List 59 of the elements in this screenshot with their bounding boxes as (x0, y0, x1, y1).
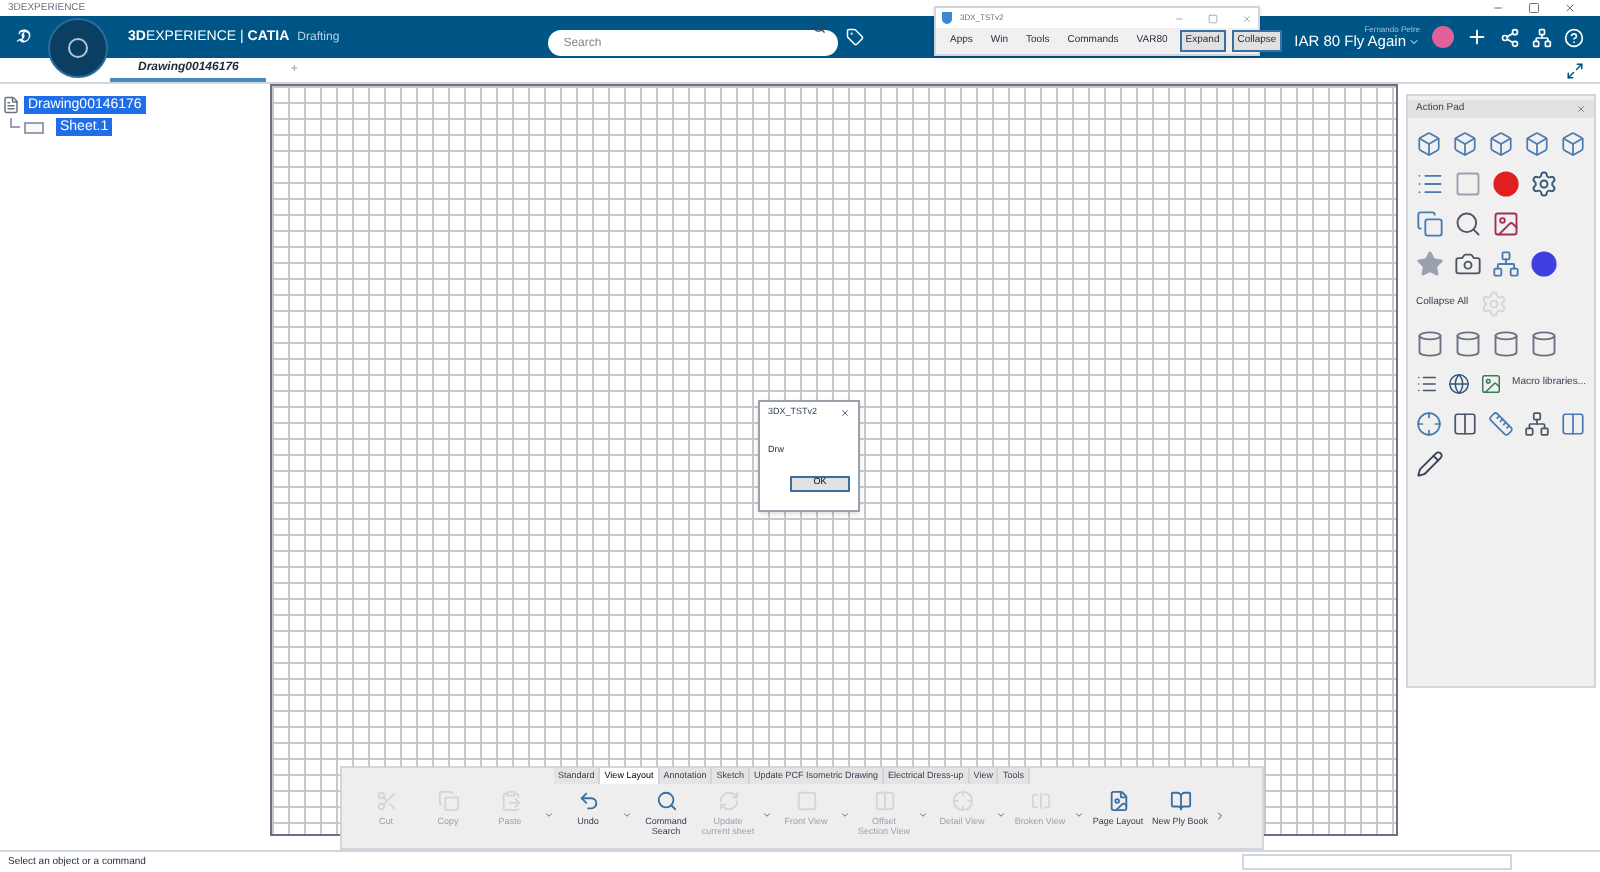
book-icon (1169, 790, 1191, 812)
apps-icon[interactable] (1532, 27, 1552, 47)
refresh-icon (717, 790, 739, 812)
help-icon[interactable] (1564, 27, 1584, 47)
frame-icon[interactable] (1452, 410, 1478, 438)
ball-icon[interactable] (1530, 250, 1558, 278)
cube-icon[interactable] (1524, 130, 1550, 158)
cylinder-icon[interactable] (1454, 330, 1482, 358)
cube-icon[interactable] (1452, 130, 1478, 158)
section-icon (873, 790, 895, 812)
status-field[interactable] (1242, 854, 1512, 870)
split-icon (1029, 790, 1051, 812)
crosshair-icon (951, 790, 973, 812)
search-icon[interactable] (1454, 210, 1482, 238)
close-icon[interactable] (1564, 2, 1576, 14)
clipboard-icon (499, 790, 521, 812)
search-icon (655, 790, 677, 812)
pen-icon[interactable] (1416, 450, 1444, 478)
cube-icon[interactable] (1488, 130, 1514, 158)
drawing-icon (2, 96, 20, 114)
sheet-icon (24, 121, 44, 133)
share-icon[interactable] (1500, 27, 1520, 47)
more-icon[interactable] (1214, 810, 1226, 822)
fullscreen-icon[interactable] (1566, 62, 1584, 80)
cylinder-icon[interactable] (1416, 330, 1444, 358)
tag-icon[interactable] (845, 28, 864, 46)
undo-icon (577, 790, 599, 812)
cylinder-icon[interactable] (1492, 330, 1520, 358)
tree-icon[interactable] (1492, 250, 1520, 278)
gear-icon[interactable] (1530, 170, 1558, 198)
avatar-icon[interactable] (1432, 26, 1454, 48)
compass-icon[interactable] (48, 18, 108, 78)
copy-icon (437, 790, 459, 812)
stop-icon[interactable] (1454, 170, 1482, 198)
cube-icon[interactable] (1416, 130, 1442, 158)
scissors-icon (375, 790, 397, 812)
frame-icon[interactable] (1560, 410, 1586, 438)
image-icon[interactable] (1492, 210, 1520, 238)
caret-icon[interactable] (1408, 35, 1420, 47)
record-icon[interactable] (1492, 170, 1520, 198)
maximize-icon[interactable] (1528, 2, 1540, 14)
tree-icon[interactable] (1524, 410, 1550, 438)
app-icon (942, 12, 952, 24)
copy-icon[interactable] (1416, 210, 1444, 238)
minimize-icon[interactable] (1492, 2, 1504, 14)
page-icon (1107, 790, 1129, 812)
view-icon (795, 790, 817, 812)
camera-icon[interactable] (1454, 250, 1482, 278)
cube-icon[interactable] (1560, 130, 1586, 158)
add-icon[interactable] (1466, 26, 1488, 48)
search-icon[interactable] (811, 19, 826, 33)
crosshair-icon[interactable] (1416, 410, 1442, 438)
cylinder-icon[interactable] (1530, 330, 1558, 358)
image-icon[interactable] (1480, 370, 1503, 398)
caret-icon[interactable] (622, 810, 632, 820)
logo-icon: 𝔇 (16, 28, 52, 46)
globe-icon[interactable] (1448, 370, 1471, 398)
ruler-icon[interactable] (1488, 410, 1514, 438)
star-icon[interactable] (1416, 250, 1444, 278)
